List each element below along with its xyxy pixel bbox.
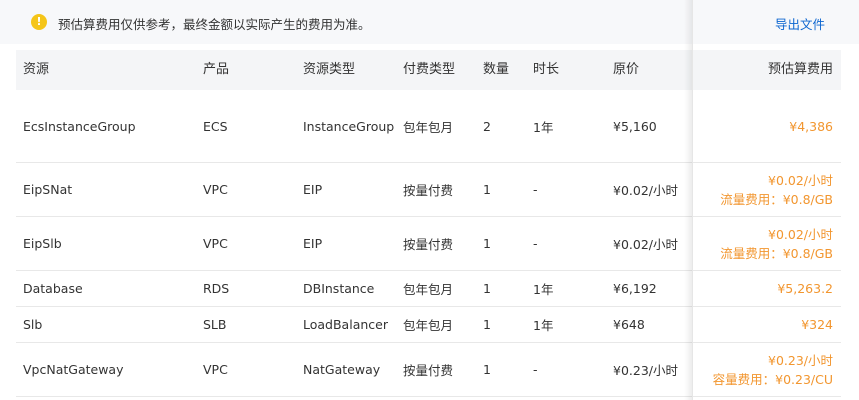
cell-resource: EipSNat (23, 182, 73, 197)
cell-estimated-cost: ¥0.02/小时流量费用：¥0.8/GB (720, 217, 833, 270)
cell-resource-type: EIP (303, 182, 323, 197)
table-header: 资源 产品 资源类型 付费类型 数量 时长 原价 预估算费用 (16, 50, 841, 90)
cell-duration: 1年 (533, 282, 554, 297)
cell-billing-type: 包年包月 (403, 318, 454, 333)
cell-duration: - (533, 362, 538, 377)
cell-original-price: ¥0.02/小时 (613, 237, 678, 252)
cell-estimated-cost: ¥4,386 (789, 90, 833, 162)
cell-resource-type: DBInstance (303, 281, 375, 296)
cell-product: RDS (203, 281, 230, 296)
cell-billing-type: 包年包月 (403, 282, 454, 297)
cell-original-price: ¥6,192 (613, 281, 657, 296)
table-row: VpcNatGateway VPC NatGateway 按量付费 1 - ¥0.23/小时… (16, 343, 841, 397)
warning-icon: ! (31, 14, 47, 30)
cell-quantity: 1 (483, 236, 491, 251)
cell-product: VPC (203, 182, 228, 197)
cell-estimated-cost: ¥0.02/小时流量费用：¥0.8/GB (720, 163, 833, 216)
table-row: EipSlb VPC EIP 按量付费 1- ¥0.02/小时 ¥0.02/小时 流量费用：¥… (16, 217, 841, 271)
cell-original-price: ¥0.02/小时 (613, 183, 678, 198)
fixed-column-shadow (684, 0, 692, 400)
cost-table: 资源 产品 资源类型 付费类型 数量 时长 原价 预估算费用 EcsInstan… (16, 50, 841, 397)
cell-product: VPC (203, 236, 228, 251)
cell-resource: Database (23, 281, 83, 296)
estimated-price: ¥5,263.2 (777, 281, 833, 296)
cell-original-price: ¥648 (613, 317, 645, 332)
table-row: Slb SLB LoadBalancer 包年包月 1 1年 ¥648 ¥324 (16, 307, 841, 343)
cell-quantity: 2 (483, 118, 491, 134)
cell-billing-type: 按量付费 (403, 183, 454, 198)
header-duration: 时长 (533, 62, 560, 77)
usage-fee: 流量费用：¥0.8/GB (720, 245, 833, 261)
header-resource-type: 资源类型 (303, 62, 356, 77)
cell-product: SLB (203, 317, 227, 332)
cell-resource-type: InstanceGroup (303, 118, 395, 134)
cell-duration: 1年 (533, 318, 554, 333)
cell-estimated-cost: ¥0.23/小时容量费用：¥0.23/CU (713, 343, 833, 396)
header-billing-type: 付费类型 (403, 62, 456, 77)
cell-billing-type: 按量付费 (403, 363, 454, 378)
cell-estimated-cost: ¥324 (801, 307, 833, 342)
header-quantity: 数量 (483, 62, 510, 77)
export-file-link[interactable]: 导出文件 (775, 14, 825, 33)
table-row: Database RDS DBInstance 包年包月 1 1年 ¥6,192 ¥5,263… (16, 271, 841, 307)
cell-product: ECS (203, 118, 228, 134)
estimated-price: ¥0.23/小时 (768, 352, 833, 368)
notice-text: 预估算费用仅供参考，最终金额以实际产生的费用为准。 (58, 17, 371, 32)
cell-resource-type: EIP (303, 236, 323, 251)
cell-quantity: 1 (483, 317, 491, 332)
cell-billing-type: 按量付费 (403, 237, 454, 252)
table-body: EcsInstanceGroup ECS InstanceGroup 包年包月 2 1年 ¥… (16, 90, 841, 397)
cell-billing-type: 包年包月 (403, 119, 454, 135)
estimated-price: ¥4,386 (789, 118, 833, 134)
cell-quantity: 1 (483, 182, 491, 197)
estimated-price: ¥0.02/小时 (768, 226, 833, 242)
cell-original-price: ¥5,160 (613, 118, 657, 134)
notice-bar: ! 预估算费用仅供参考，最终金额以实际产生的费用为准。 导出文件 (0, 0, 859, 44)
cell-resource: EcsInstanceGroup (23, 118, 136, 134)
table-row: EcsInstanceGroup ECS InstanceGroup 包年包月 2 1年 ¥… (16, 90, 841, 163)
cell-quantity: 1 (483, 281, 491, 296)
cell-resource-type: NatGateway (303, 362, 381, 377)
table-row: EipSNat VPC EIP 按量付费 1- ¥0.02/小时 ¥0.02/小时 流量费用：… (16, 163, 841, 217)
header-estimated-cost: 预估算费用 (767, 62, 833, 77)
estimated-price: ¥324 (801, 317, 833, 332)
usage-fee: 流量费用：¥0.8/GB (720, 191, 833, 207)
cell-product: VPC (203, 362, 228, 377)
cell-resource: EipSlb (23, 236, 62, 251)
cell-resource: Slb (23, 317, 43, 332)
fixed-column-divider (692, 0, 693, 400)
cell-duration: 1年 (533, 119, 554, 135)
cell-quantity: 1 (483, 362, 491, 377)
cell-duration: - (533, 182, 538, 197)
header-resource: 资源 (23, 62, 50, 77)
header-product: 产品 (203, 62, 230, 77)
estimated-price: ¥0.02/小时 (768, 172, 833, 188)
cell-resource: VpcNatGateway (23, 362, 124, 377)
header-original-price: 原价 (613, 62, 640, 77)
cell-original-price: ¥0.23/小时 (613, 363, 678, 378)
cell-resource-type: LoadBalancer (303, 317, 388, 332)
usage-fee: 容量费用：¥0.23/CU (712, 371, 833, 387)
cell-duration: - (533, 236, 538, 251)
cell-estimated-cost: ¥5,263.2 (777, 271, 833, 306)
